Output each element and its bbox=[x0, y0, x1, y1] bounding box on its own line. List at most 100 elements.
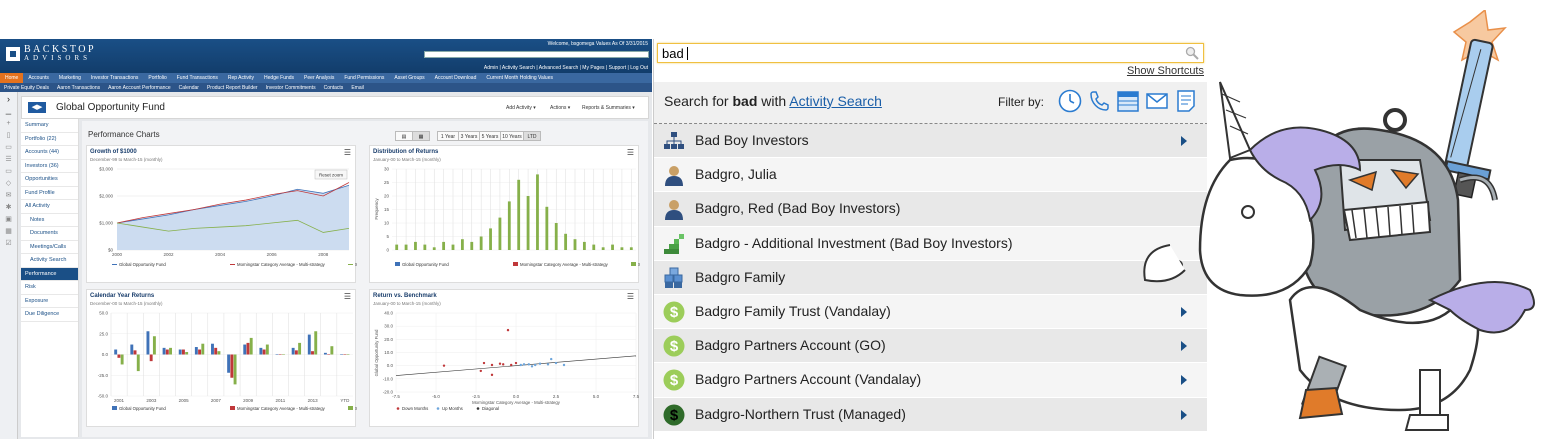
period-button[interactable]: 3 Years bbox=[458, 131, 480, 141]
header-search-input[interactable] bbox=[424, 51, 649, 58]
side-nav-item[interactable]: All Activity bbox=[21, 200, 78, 214]
side-nav-item[interactable]: Notes bbox=[21, 214, 78, 227]
result-row[interactable]: Badgro, Red (Bad Boy Investors) bbox=[654, 192, 1207, 227]
growth-panel: Growth of $1000 December-99 to March-15 … bbox=[86, 145, 357, 283]
nav-item[interactable]: Marketing bbox=[54, 73, 86, 83]
subnav-item[interactable]: Private Equity Deals bbox=[0, 85, 53, 91]
phone-icon[interactable] bbox=[1086, 88, 1112, 114]
nav-item[interactable]: Home bbox=[0, 73, 24, 83]
down-month-point bbox=[442, 364, 446, 367]
subnav-item[interactable]: Contacts bbox=[320, 85, 348, 91]
nav-item[interactable]: Peer Analysis bbox=[299, 73, 339, 83]
top-links[interactable]: Admin | Activity Search | Advanced Searc… bbox=[484, 65, 648, 71]
subnav-item[interactable]: Email bbox=[347, 85, 368, 91]
result-row[interactable]: Bad Boy Investors bbox=[654, 124, 1207, 159]
result-row[interactable]: $ Badgro Partners Account (Vandalay) bbox=[654, 363, 1207, 398]
x-tick-label: 2006 bbox=[267, 252, 278, 257]
add-icon[interactable]: + bbox=[0, 119, 17, 128]
nav-item[interactable]: Portfolio bbox=[143, 73, 171, 83]
menu-icon[interactable]: ☰ bbox=[344, 292, 351, 301]
period-button[interactable]: 10 Years bbox=[500, 131, 524, 141]
nav-item[interactable]: Current Month Holding Values bbox=[481, 73, 558, 83]
nav-item[interactable]: Hedge Funds bbox=[259, 73, 299, 83]
distribution-bar bbox=[517, 179, 521, 250]
side-nav-item[interactable]: Activity Search bbox=[21, 254, 78, 268]
list-view-icon[interactable]: ▤ bbox=[395, 131, 413, 141]
result-row[interactable]: Badgro, Julia bbox=[654, 158, 1207, 193]
side-nav-item[interactable]: Exposure bbox=[21, 295, 78, 308]
period-button[interactable]: 5 Years bbox=[479, 131, 501, 141]
period-button[interactable]: LTD bbox=[523, 131, 541, 141]
distribution-bar bbox=[611, 244, 614, 250]
document-icon[interactable]: ▯ bbox=[0, 131, 17, 140]
activity-search-link[interactable]: Activity Search bbox=[789, 93, 882, 109]
y-tick-label: 15 bbox=[384, 207, 390, 212]
nav-item[interactable]: Rep Activity bbox=[223, 73, 259, 83]
subnav-item[interactable]: Aaron Transactions bbox=[53, 85, 104, 91]
grid-view-icon[interactable]: ▦ bbox=[412, 131, 430, 141]
collapse-arrow-icon[interactable]: › bbox=[0, 95, 17, 104]
result-row[interactable]: Badgro - Additional Investment (Bad Boy … bbox=[654, 226, 1207, 261]
chart-icon[interactable]: ▁ bbox=[0, 107, 17, 116]
reset-zoom-button[interactable]: Reset zoom bbox=[314, 169, 348, 180]
calendar-bar bbox=[343, 354, 347, 355]
calendar-bar bbox=[165, 349, 169, 355]
actions-button[interactable]: Actions ▾ bbox=[550, 105, 570, 111]
check-icon[interactable]: ☑ bbox=[0, 239, 17, 248]
subnav-item[interactable]: Aaron Account Performance bbox=[104, 85, 175, 91]
side-nav-item[interactable]: Portfolio (22) bbox=[21, 133, 78, 146]
page-title: Global Opportunity Fund bbox=[56, 102, 165, 113]
nav-item[interactable]: Fund Transactions bbox=[172, 73, 223, 83]
side-nav-item[interactable]: Investors (36) bbox=[21, 160, 78, 173]
result-row[interactable]: $ Badgro Family Trust (Vandalay) bbox=[654, 294, 1207, 330]
list-icon[interactable]: ☰ bbox=[0, 155, 17, 164]
nav-item[interactable]: Fund Permissions bbox=[339, 73, 389, 83]
nav-item[interactable]: Investor Transactions bbox=[86, 73, 144, 83]
side-nav-item[interactable]: Documents bbox=[21, 227, 78, 241]
mail-icon[interactable]: ✉ bbox=[0, 191, 17, 200]
menu-icon[interactable]: ☰ bbox=[344, 148, 351, 157]
y-tick-label: -10.0 bbox=[383, 376, 394, 381]
tag-icon[interactable]: ◇ bbox=[0, 179, 17, 188]
distribution-bar bbox=[432, 247, 436, 250]
result-label: Badgro, Red (Bad Boy Investors) bbox=[695, 200, 901, 217]
side-nav-item[interactable]: Risk bbox=[21, 281, 78, 295]
side-nav-item[interactable]: Fund Profile bbox=[21, 187, 78, 200]
nav-item[interactable]: Accounts bbox=[23, 73, 54, 83]
clock-icon[interactable] bbox=[1057, 88, 1083, 114]
nav-item[interactable]: Asset Groups bbox=[389, 73, 429, 83]
y-axis-label: Global Opportunity Fund bbox=[374, 329, 379, 376]
x-tick-label: 2001 bbox=[114, 398, 125, 403]
nav-item[interactable]: Account Download bbox=[430, 73, 482, 83]
side-nav-item[interactable]: Performance bbox=[21, 267, 78, 281]
side-nav-item[interactable]: Accounts (44) bbox=[21, 146, 78, 160]
subnav-item[interactable]: Investor Commitments bbox=[262, 85, 320, 91]
search-input[interactable]: bad bbox=[657, 43, 1204, 63]
period-button[interactable]: 1 Year bbox=[437, 131, 459, 141]
dollar-green-icon: $ bbox=[663, 369, 685, 391]
reports-button[interactable]: Reports & Summaries ▾ bbox=[582, 105, 635, 111]
distribution-bar bbox=[545, 206, 549, 250]
subnav-item[interactable]: Product Report Builder bbox=[203, 85, 262, 91]
result-row[interactable]: $ Badgro Partners Account (GO) bbox=[654, 329, 1207, 364]
y-tick-label: 0 bbox=[386, 248, 389, 253]
distribution-bar bbox=[442, 241, 446, 250]
result-row[interactable]: Badgro Family bbox=[654, 260, 1207, 295]
calendar-icon[interactable]: ▦ bbox=[0, 227, 17, 236]
subnav-item[interactable]: Calendar bbox=[175, 85, 203, 91]
settings-icon[interactable]: ✱ bbox=[0, 203, 17, 212]
file-icon[interactable]: ▭ bbox=[0, 143, 17, 152]
staircase-icon bbox=[664, 233, 684, 254]
clipboard-icon[interactable]: ▣ bbox=[0, 215, 17, 224]
folder-icon[interactable]: ▭ bbox=[0, 167, 17, 176]
menu-icon[interactable]: ☰ bbox=[627, 148, 634, 157]
backstop-logo[interactable]: BACKSTOP ADVISORS bbox=[6, 45, 96, 62]
side-nav-item[interactable]: Opportunities bbox=[21, 173, 78, 187]
side-nav-item[interactable]: Summary bbox=[21, 119, 78, 133]
result-row[interactable]: $ Badgro-Northern Trust (Managed) bbox=[654, 397, 1207, 432]
side-nav-item[interactable]: Due Diligence bbox=[21, 308, 78, 322]
menu-icon[interactable]: ☰ bbox=[627, 292, 634, 301]
side-nav-item[interactable]: Meetings/Calls bbox=[21, 241, 78, 254]
calendar-bar bbox=[198, 349, 202, 355]
add-activity-button[interactable]: Add Activity ▾ bbox=[506, 105, 536, 111]
